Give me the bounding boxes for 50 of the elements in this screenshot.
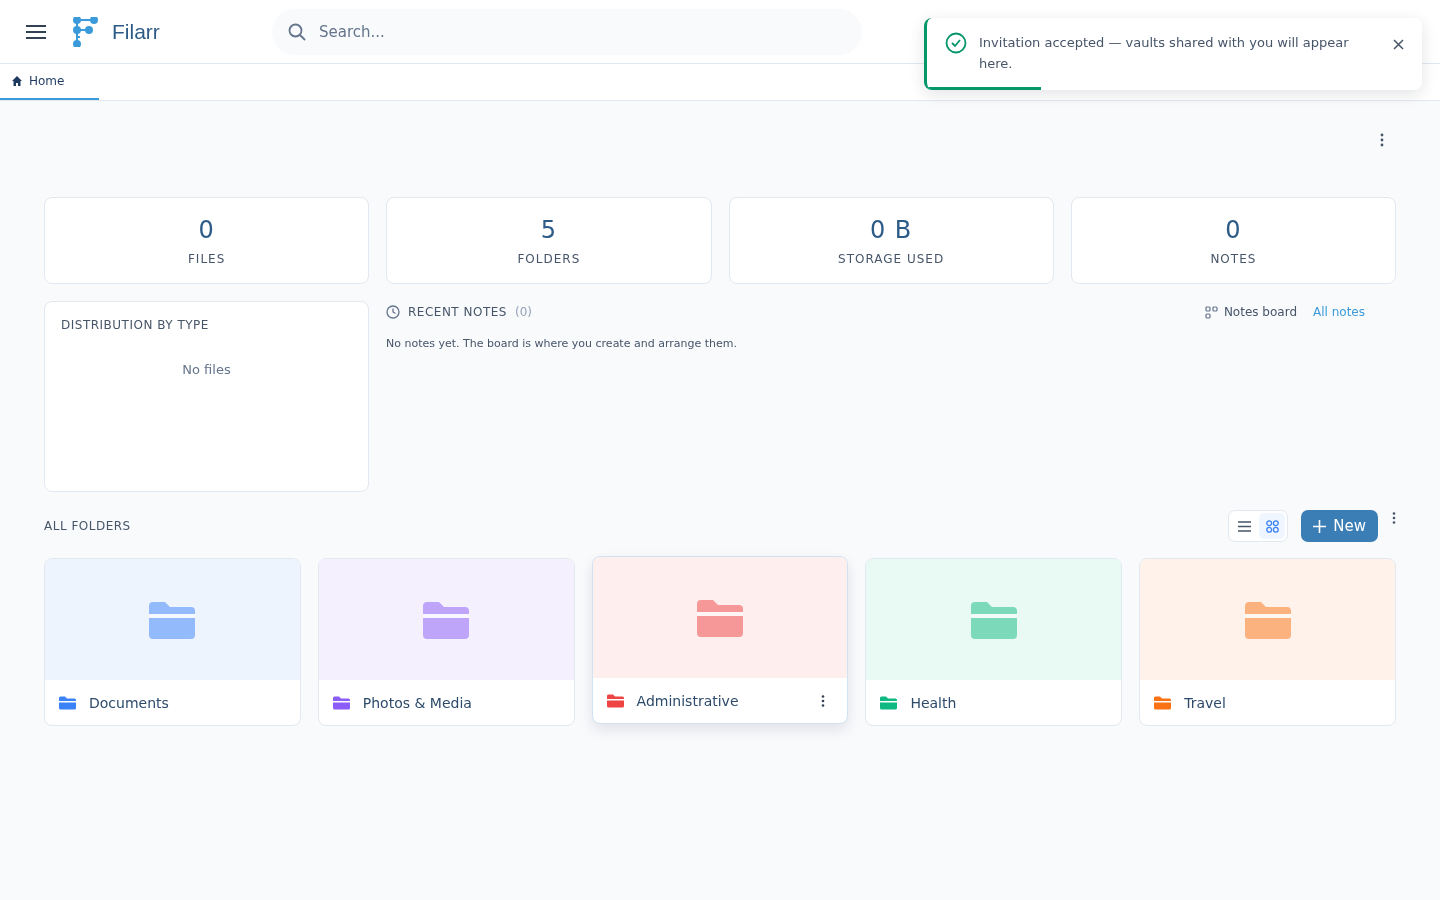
toast-message: Invitation accepted — vaults shared with you will appear here. [979,34,1350,73]
notes-count: (0) [514,305,532,319]
folder-name: Photos & Media [362,694,473,711]
app-name: Filarr [112,19,161,44]
folder-card[interactable]: Administrative [591,556,849,724]
empty-message: No notes yet. The board is where you create and arrange them. [386,337,738,350]
section-title: ALL FOLDERS [44,519,132,533]
folder-name: Travel [1184,694,1227,711]
folder-icon [697,598,743,637]
stat-value: 0 B [869,215,913,244]
empty-message: No files [182,362,231,377]
more-icon[interactable] [1392,512,1396,524]
folder-name: Documents [89,694,170,711]
stat-value: 0 [1225,215,1242,244]
folder-icon [423,600,470,639]
grid-icon [1265,519,1279,533]
folder-card[interactable]: Photos & Media [317,558,575,726]
more-icon[interactable] [1380,133,1384,147]
list-icon [1237,520,1251,532]
folder-name: Health [910,694,958,711]
close-icon[interactable] [1393,39,1404,50]
card-title: DISTRIBUTION BY TYPE [61,318,209,332]
stat-label: STORAGE USED [838,251,945,266]
folder-card[interactable]: Travel [1139,558,1396,726]
notes-board-link[interactable]: Notes board [1204,305,1297,319]
check-circle-icon [945,32,967,54]
home-tab[interactable]: Home [0,64,100,100]
folder-icon [1244,600,1291,639]
plus-icon [1313,519,1327,533]
logo-icon [72,16,98,47]
folder-card[interactable]: Health [865,558,1123,726]
more-icon[interactable] [821,694,826,707]
stat-value: 0 [198,215,215,244]
folder-name: Administrative [636,692,740,709]
section-title: RECENT NOTES [408,305,507,319]
stat-label: NOTES [1210,251,1257,266]
clock-icon [386,305,400,319]
folder-card[interactable]: Documents [44,558,301,726]
stat-value: 5 [540,215,557,244]
folder-icon [970,600,1017,639]
stat-label: FILES [187,251,226,266]
grid-view-button[interactable] [1259,513,1286,539]
stat-label: FOLDERS [517,251,581,266]
search-icon [288,22,306,41]
board-icon [1204,305,1218,319]
home-icon [12,76,22,86]
new-button[interactable]: New [1301,510,1378,542]
folder-icon [149,600,196,639]
menu-icon[interactable] [26,24,46,39]
search-field[interactable]: Search... [272,8,862,55]
